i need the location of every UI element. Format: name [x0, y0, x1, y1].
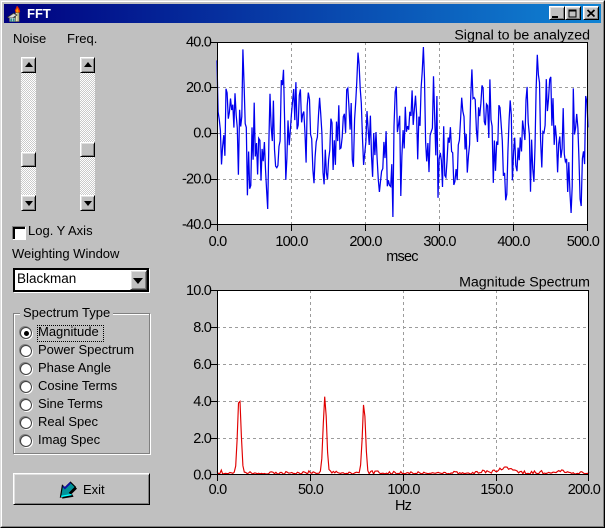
- svg-text:20.0: 20.0: [186, 80, 212, 96]
- svg-text:500.0: 500.0: [567, 234, 600, 250]
- svg-text:4.0: 4.0: [193, 394, 211, 410]
- svg-text:100.0: 100.0: [387, 482, 420, 498]
- svg-text:Magnitude Spectrum: Magnitude Spectrum: [459, 275, 590, 291]
- svg-text:0.0: 0.0: [209, 482, 227, 498]
- svg-text:10.0: 10.0: [186, 283, 212, 299]
- svg-text:50.0: 50.0: [298, 482, 324, 498]
- svg-text:100.0: 100.0: [275, 234, 308, 250]
- svg-text:0.0: 0.0: [209, 234, 227, 250]
- svg-text:-20.0: -20.0: [182, 172, 212, 188]
- svg-text:300.0: 300.0: [423, 234, 456, 250]
- svg-text:Signal to be analyzed: Signal to be analyzed: [454, 28, 590, 44]
- svg-text:0.0: 0.0: [193, 126, 211, 142]
- svg-text:8.0: 8.0: [193, 320, 211, 336]
- svg-text:150.0: 150.0: [480, 482, 513, 498]
- svg-text:200.0: 200.0: [568, 482, 601, 498]
- svg-text:200.0: 200.0: [349, 234, 382, 250]
- svg-text:Hz: Hz: [395, 498, 412, 514]
- svg-text:2.0: 2.0: [193, 431, 211, 447]
- svg-text:6.0: 6.0: [193, 357, 211, 373]
- svg-text:-40.0: -40.0: [182, 217, 212, 233]
- svg-text:msec: msec: [386, 249, 418, 265]
- svg-text:40.0: 40.0: [186, 35, 212, 51]
- svg-text:400.0: 400.0: [497, 234, 530, 250]
